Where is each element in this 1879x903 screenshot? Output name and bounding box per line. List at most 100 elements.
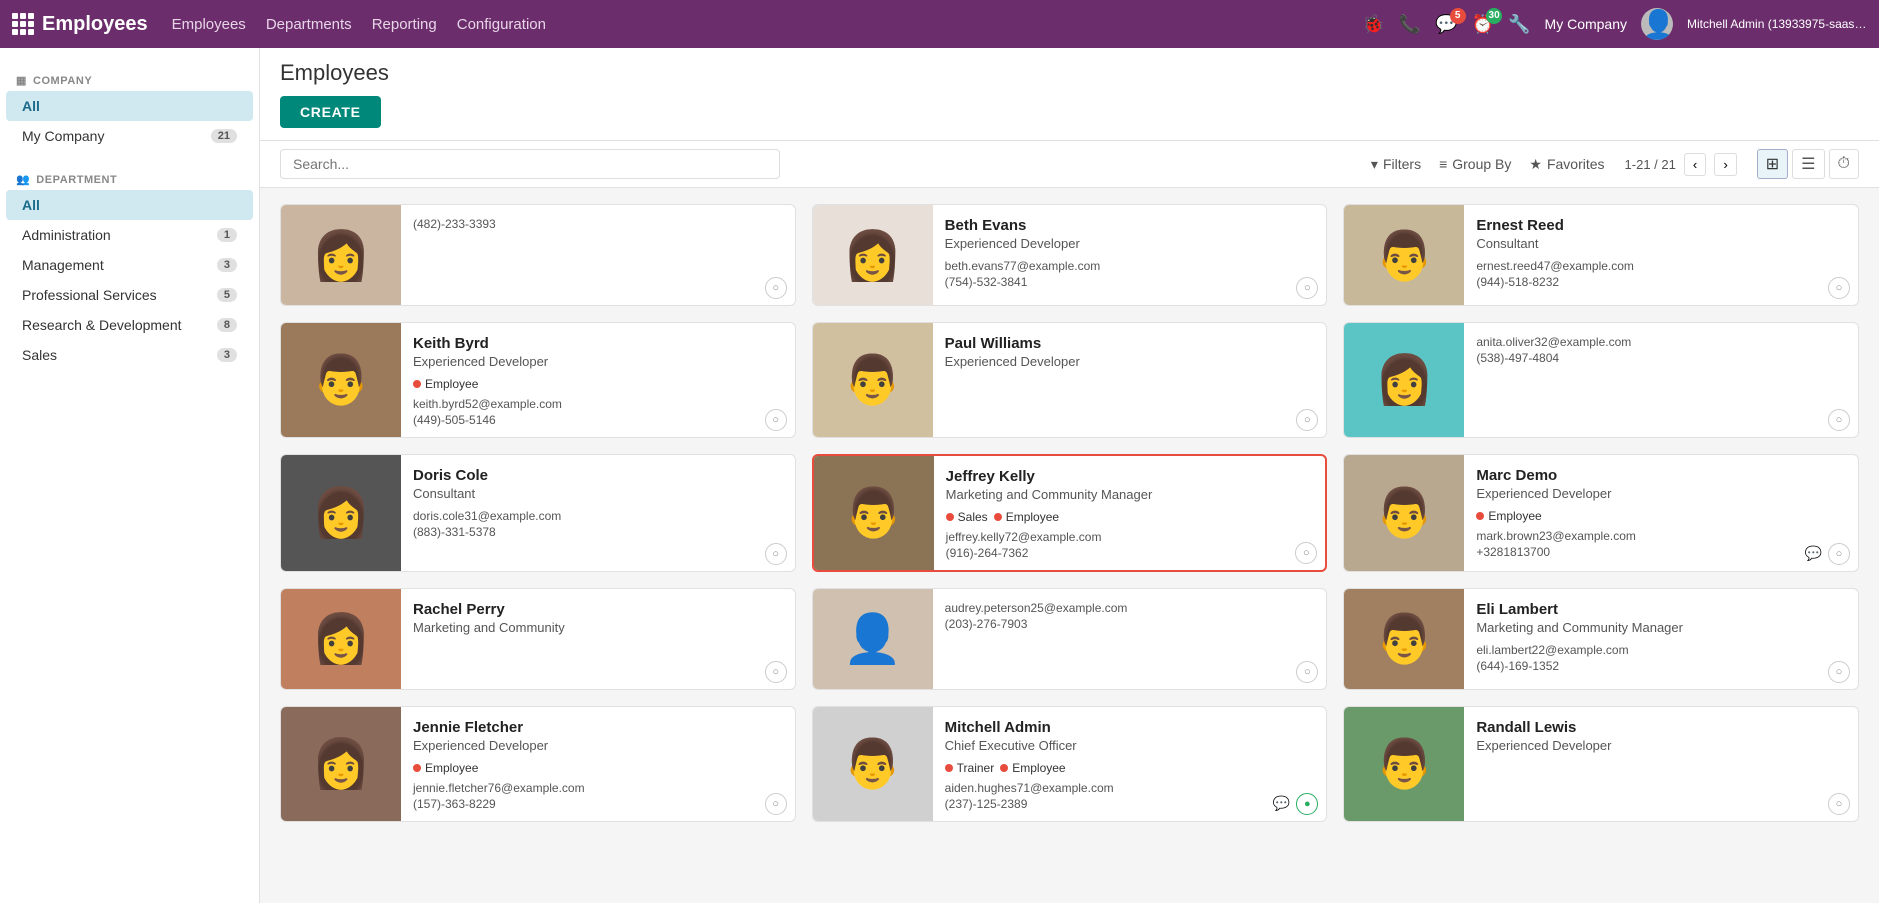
kanban-card[interactable]: 👨Mitchell AdminChief Executive OfficerTr… [812,706,1328,822]
nav-employees[interactable]: Employees [172,16,246,33]
card-tag: Employee [1000,761,1065,775]
card-actions: ○ [1296,409,1318,431]
card-actions: ○ [1828,409,1850,431]
kanban-card[interactable]: 👨Randall LewisExperienced Developer○ [1343,706,1859,822]
card-status-button[interactable]: ○ [765,793,787,815]
page-header: Employees CREATE [260,48,1879,141]
chat-icon[interactable]: 💬 5 [1435,14,1457,35]
company-section-title: ▦ COMPANY [0,64,259,91]
card-status-button[interactable]: ○ [1828,409,1850,431]
card-phone: (883)-331-5378 [413,525,785,539]
app-brand: Employees [12,13,148,36]
kanban-card[interactable]: 👨Jeffrey KellyMarketing and Community Ma… [812,454,1328,572]
card-phone: +3281813700 [1476,545,1848,559]
kanban-card[interactable]: 👩Rachel PerryMarketing and Community○ [280,588,796,690]
pager-prev[interactable]: ‹ [1684,153,1706,176]
card-actions: ○ [1828,661,1850,683]
card-email: mark.brown23@example.com [1476,529,1848,543]
card-status-button[interactable]: ○ [765,277,787,299]
kanban-card[interactable]: 👩anita.oliver32@example.com(538)-497-480… [1343,322,1859,438]
card-status-button[interactable]: ○ [1296,409,1318,431]
card-photo: 👨 [814,456,934,570]
kanban-card[interactable]: 👨Keith ByrdExperienced DeveloperEmployee… [280,322,796,438]
topbar: Employees Employees Departments Reportin… [0,0,1879,48]
kanban-card[interactable]: 👨Ernest ReedConsultanternest.reed47@exam… [1343,204,1859,306]
card-tags: Employee [1476,509,1848,523]
card-photo: 👨 [1344,589,1464,689]
card-job-title: Consultant [1476,236,1848,253]
card-chat-button[interactable]: 💬 [1273,795,1290,812]
card-status-button[interactable]: ○ [1828,793,1850,815]
card-status-button[interactable]: ○ [765,543,787,565]
sidebar-item-dept-all[interactable]: All [6,190,253,220]
card-status-button[interactable]: ○ [1296,661,1318,683]
pager-next[interactable]: › [1714,153,1736,176]
sidebar: ▦ COMPANY All My Company 21 👥 DEPARTMENT… [0,48,260,903]
view-list-button[interactable]: ☰ [1792,149,1824,179]
sidebar-item-professional-services[interactable]: Professional Services 5 [6,280,253,310]
topnav-right: 🐞 📞 💬 5 ⏰ 30 🔧 My Company 👤 Mitchell Adm… [1362,8,1867,40]
clock-badge: 30 [1486,8,1502,24]
toolbar-right: ▾ Filters ≡ Group By ★ Favorites 1-21 / … [1371,149,1859,179]
card-photo: 👩 [281,589,401,689]
card-email: (482)-233-3393 [413,217,785,231]
search-input[interactable] [280,149,780,179]
avatar[interactable]: 👤 [1641,8,1673,40]
kanban-card[interactable]: 👩(482)-233-3393○ [280,204,796,306]
nav-configuration[interactable]: Configuration [457,16,546,33]
nav-reporting[interactable]: Reporting [372,16,437,33]
kanban-card[interactable]: 👨Eli LambertMarketing and Community Mana… [1343,588,1859,690]
card-chat-button[interactable]: 💬 [1805,545,1822,562]
kanban-card[interactable]: 👨Marc DemoExperienced DeveloperEmployeem… [1343,454,1859,572]
favorites-button[interactable]: ★ Favorites [1529,156,1604,173]
page-actions: CREATE [280,96,1859,128]
create-button[interactable]: CREATE [280,96,381,128]
kanban-card[interactable]: 👨Paul WilliamsExperienced Developer○ [812,322,1328,438]
sidebar-item-management[interactable]: Management 3 [6,250,253,280]
card-status-button[interactable]: ○ [1296,277,1318,299]
nav-departments[interactable]: Departments [266,16,352,33]
card-status-button[interactable]: ○ [1828,661,1850,683]
card-actions: ○ [765,543,787,565]
card-photo: 👨 [1344,455,1464,571]
bug-icon[interactable]: 🐞 [1362,14,1384,35]
card-tag: Employee [1476,509,1541,523]
sidebar-item-company-all[interactable]: All [6,91,253,121]
card-photo: 👨 [1344,205,1464,305]
groupby-button[interactable]: ≡ Group By [1439,156,1511,172]
view-activity-button[interactable]: ⏱ [1829,149,1859,179]
card-tags: Employee [413,377,785,391]
sidebar-item-research-development[interactable]: Research & Development 8 [6,310,253,340]
card-tags: Employee [413,761,785,775]
wrench-icon[interactable]: 🔧 [1508,14,1530,35]
kanban-card[interactable]: 👩Doris ColeConsultantdoris.cole31@exampl… [280,454,796,572]
card-phone: (916)-264-7362 [946,546,1316,560]
kanban-card[interactable]: 👩Beth EvansExperienced Developerbeth.eva… [812,204,1328,306]
card-status-button[interactable]: ○ [1828,277,1850,299]
card-name: Randall Lewis [1476,719,1848,736]
card-email: beth.evans77@example.com [945,259,1317,273]
kanban-card[interactable]: 👤audrey.peterson25@example.com(203)-276-… [812,588,1328,690]
company-name: My Company [1545,16,1627,32]
clock-icon[interactable]: ⏰ 30 [1472,14,1494,35]
card-status-button[interactable]: ○ [765,409,787,431]
filters-button[interactable]: ▾ Filters [1371,156,1421,173]
card-photo: 👨 [1344,707,1464,821]
sidebar-item-my-company[interactable]: My Company 21 [6,121,253,151]
sidebar-item-sales[interactable]: Sales 3 [6,340,253,370]
card-status-button[interactable]: ○ [1295,542,1317,564]
phone-icon[interactable]: 📞 [1399,14,1421,35]
sidebar-item-administration[interactable]: Administration 1 [6,220,253,250]
card-status-button[interactable]: ○ [1828,543,1850,565]
card-status-button[interactable]: ● [1296,793,1318,815]
card-job-title: Experienced Developer [945,236,1317,253]
card-photo: 👩 [281,707,401,821]
card-tag: Employee [994,510,1059,524]
grid-icon[interactable] [12,13,34,35]
card-photo: 👨 [813,323,933,437]
view-toggle: ⊞ ☰ ⏱ [1757,149,1859,179]
card-name: Keith Byrd [413,335,785,352]
card-status-button[interactable]: ○ [765,661,787,683]
view-kanban-button[interactable]: ⊞ [1757,149,1788,179]
kanban-card[interactable]: 👩Jennie FletcherExperienced DeveloperEmp… [280,706,796,822]
